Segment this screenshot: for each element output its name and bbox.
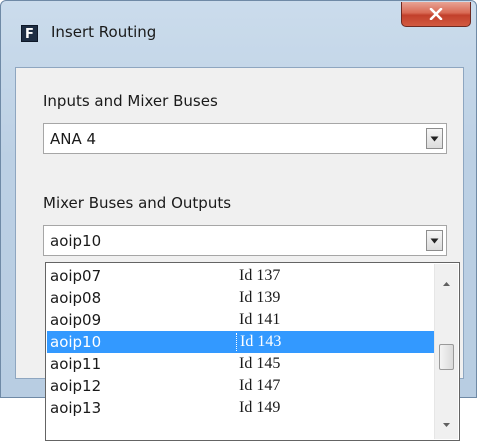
list-scrollbar[interactable] bbox=[434, 264, 458, 439]
app-logo-icon: F bbox=[21, 25, 38, 42]
outputs-label: Mixer Buses and Outputs bbox=[43, 194, 232, 212]
list-item-id: Id 137 bbox=[239, 267, 281, 284]
outputs-combobox[interactable]: aoip10 bbox=[43, 225, 447, 256]
list-item[interactable]: aoip09 Id 141 bbox=[47, 309, 434, 331]
scroll-down-arrow-icon bbox=[443, 423, 450, 427]
list-item[interactable]: aoip07 Id 137 bbox=[47, 265, 434, 287]
list-item[interactable]: aoip08 Id 139 bbox=[47, 287, 434, 309]
list-item-id: Id 143 bbox=[236, 333, 281, 351]
list-item-name: aoip09 bbox=[50, 311, 102, 329]
list-item-id: Id 149 bbox=[239, 399, 281, 416]
list-item-selected[interactable]: aoip10 Id 143 bbox=[47, 331, 434, 353]
outputs-dropdown-list[interactable]: aoip07 Id 137 aoip08 Id 139 aoip09 Id 14… bbox=[45, 262, 460, 441]
list-item[interactable]: aoip13 Id 149 bbox=[47, 397, 434, 419]
inputs-dropdown-button[interactable] bbox=[426, 128, 443, 149]
inputs-combobox[interactable]: ANA 4 bbox=[43, 123, 447, 154]
screen: F Insert Routing Inputs and Mixer Buses … bbox=[0, 0, 479, 441]
list-item-name: aoip07 bbox=[50, 267, 102, 285]
scroll-thumb[interactable] bbox=[439, 344, 454, 370]
list-item[interactable]: aoip11 Id 145 bbox=[47, 353, 434, 375]
outputs-selected-value: aoip10 bbox=[50, 232, 102, 250]
title-bar[interactable]: F Insert Routing bbox=[1, 1, 476, 67]
list-item[interactable]: aoip12 Id 147 bbox=[47, 375, 434, 397]
scroll-up-button[interactable] bbox=[435, 274, 458, 294]
inputs-selected-value: ANA 4 bbox=[50, 130, 97, 148]
list-item-name: aoip13 bbox=[50, 399, 102, 417]
outputs-dropdown-button[interactable] bbox=[426, 230, 443, 251]
list-item-id: Id 139 bbox=[239, 289, 281, 306]
close-button[interactable] bbox=[401, 2, 471, 27]
list-item-name: aoip12 bbox=[50, 377, 102, 395]
inputs-label: Inputs and Mixer Buses bbox=[43, 92, 218, 110]
scroll-up-arrow-icon bbox=[443, 282, 450, 286]
window-title: Insert Routing bbox=[51, 23, 157, 41]
close-x-icon bbox=[429, 8, 443, 20]
list-item-id: Id 145 bbox=[239, 355, 281, 372]
list-item-id: Id 141 bbox=[239, 311, 281, 328]
scroll-down-button[interactable] bbox=[435, 415, 458, 435]
list-item-name: aoip11 bbox=[50, 355, 102, 373]
list-item-id: Id 147 bbox=[239, 377, 281, 394]
list-item-name: aoip10 bbox=[50, 333, 102, 351]
list-item-name: aoip08 bbox=[50, 289, 102, 307]
chevron-down-icon bbox=[430, 136, 439, 141]
chevron-down-icon bbox=[430, 238, 439, 243]
